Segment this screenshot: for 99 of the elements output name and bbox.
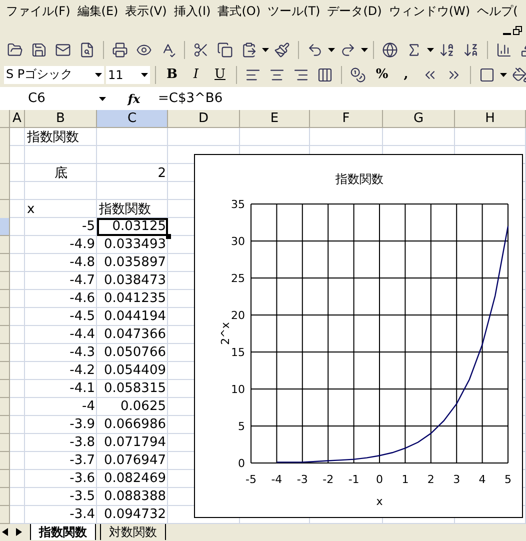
table-cell-text: -4 <box>81 398 96 416</box>
table-cell-text: -3.7 <box>68 452 96 470</box>
table-cell-text: 0.044194 <box>102 308 167 326</box>
caret-icon[interactable] <box>262 48 269 52</box>
table-cell-text: 0.088388 <box>102 488 167 506</box>
table-cell-text: 0.054409 <box>102 362 167 380</box>
table-cell-text: -4.6 <box>68 290 96 308</box>
menu-item[interactable]: ウィンドウ(W) <box>388 2 478 20</box>
caret-icon[interactable] <box>99 96 106 100</box>
formula-field[interactable]: =C$3^B6 <box>158 91 223 106</box>
x-tick-label: -3 <box>296 473 308 486</box>
function-button[interactable]: fx <box>110 92 158 106</box>
table-cell-text: -4.5 <box>68 308 96 326</box>
column-header[interactable]: A <box>10 110 25 128</box>
table-cell-text: -5 <box>81 218 96 236</box>
column-header[interactable]: D <box>168 110 240 128</box>
menu-item[interactable]: 表示(V) <box>125 2 174 20</box>
table-cell-text: -4.2 <box>68 362 96 380</box>
table-cell-text: -4.7 <box>68 272 96 290</box>
x-tick-label: 3 <box>453 473 460 486</box>
x-axis-label: x <box>376 495 383 508</box>
table-cell: 0.03125 <box>97 218 168 236</box>
column-header[interactable]: E <box>240 110 310 128</box>
y-tick-label: 15 <box>231 346 245 359</box>
menu-item[interactable]: ヘルプ( <box>477 2 525 20</box>
table-cell-text: -4.4 <box>68 326 96 344</box>
table-cell-text: -3.9 <box>68 416 96 434</box>
table-cell-text: x <box>26 200 36 218</box>
table-cell-text: 0.058315 <box>102 380 167 398</box>
table-cell-text: -4.9 <box>68 236 96 254</box>
x-tick-label: -2 <box>322 473 334 486</box>
sheet-tab[interactable]: 対数関数 <box>100 524 166 540</box>
font-size-dropdown[interactable]: 11 <box>106 66 150 84</box>
caret-icon[interactable] <box>141 72 148 76</box>
y-tick-label: 30 <box>231 235 245 248</box>
table-cell-text: -3.6 <box>68 470 96 488</box>
menu-item[interactable]: ツール(T) <box>268 2 328 20</box>
table-cell-text: -3.8 <box>68 434 96 452</box>
sheet-tab[interactable]: 指数関数 <box>30 524 96 540</box>
table-cell-text: -3.4 <box>68 506 96 524</box>
bold-button[interactable]: B <box>161 64 183 86</box>
table-cell-text: 指数関数 <box>98 201 152 219</box>
column-header[interactable]: F <box>310 110 383 128</box>
chart-title: 指数関数 <box>336 172 384 186</box>
x-tick-label: -5 <box>246 473 256 486</box>
menu-item[interactable]: 編集(E) <box>77 2 126 20</box>
comma-button[interactable]: , <box>395 64 417 86</box>
caret-icon[interactable] <box>328 48 335 52</box>
x-tick-label: 4 <box>478 473 486 486</box>
y-tick-label: 0 <box>238 457 245 470</box>
menu-item[interactable]: データ(D) <box>327 2 389 20</box>
x-tick-label: 1 <box>402 473 409 486</box>
y-tick-label: 25 <box>231 272 245 285</box>
x-tick-label: -1 <box>348 473 360 486</box>
table-cell-text: 0.082469 <box>102 470 167 488</box>
table-cell-text: 0.066986 <box>102 416 167 434</box>
percent-button[interactable]: % <box>371 64 393 86</box>
y-tick-label: 35 <box>231 198 245 211</box>
table-cell-text: 0.041235 <box>102 290 167 308</box>
x-tick-label: 5 <box>504 473 512 486</box>
menu-item[interactable]: 書式(O) <box>218 2 268 20</box>
y-axis-label: 2^x <box>219 322 232 345</box>
column-header[interactable]: C <box>97 110 168 128</box>
caret-icon[interactable] <box>500 72 507 76</box>
menu-item[interactable]: 挿入(I) <box>174 2 218 20</box>
x-tick-label: -4 <box>271 473 282 486</box>
caret-icon[interactable] <box>95 72 102 76</box>
x-tick-label: 2 <box>427 473 434 486</box>
table-cell-text: 指数関数 <box>26 129 80 147</box>
table-cell-text: -4.3 <box>68 344 96 362</box>
table-cell-text: 0.050766 <box>102 344 167 362</box>
chart-area[interactable]: 指数関数 0 5 10 15 20 25 30 35 -5 -4 -3 -2 -1 0 1 2 3 4 5 x 2^x <box>194 154 523 518</box>
y-tick-label: 10 <box>231 383 245 396</box>
table-cell-text: 2 <box>156 164 167 182</box>
table-cell-text: -4.8 <box>68 254 96 272</box>
caret-icon[interactable] <box>427 48 434 52</box>
caret-icon[interactable] <box>361 48 368 52</box>
table-cell-text: 0.094732 <box>102 506 167 524</box>
table-cell-text: 0.047366 <box>102 326 167 344</box>
table-cell-text: 0.033493 <box>102 236 167 254</box>
y-tick-label: 5 <box>238 420 245 433</box>
italic-button[interactable]: I <box>185 64 207 86</box>
font-name-dropdown[interactable]: S Pゴシック <box>4 66 104 84</box>
table-cell-text: -4.1 <box>68 380 96 398</box>
table-cell-text: 0.0625 <box>120 398 167 416</box>
column-header[interactable]: B <box>25 110 97 128</box>
table-cell-text: 0.035897 <box>102 254 167 272</box>
table-cell-text: 0.071794 <box>102 434 167 452</box>
column-header[interactable]: H <box>455 110 526 128</box>
menu-item[interactable]: ファイル(F) <box>6 2 78 20</box>
column-header[interactable]: G <box>383 110 455 128</box>
table-cell-text: 0.038473 <box>102 272 167 290</box>
restore-icon[interactable] <box>512 25 522 35</box>
x-tick-label: 0 <box>376 473 383 486</box>
table-cell-text: -3.5 <box>68 488 96 506</box>
table-cell-text: 0.076947 <box>102 452 167 470</box>
table-cell-text: 底 <box>54 165 68 183</box>
underline-button[interactable]: U <box>209 64 231 86</box>
y-tick-label: 20 <box>231 309 245 322</box>
